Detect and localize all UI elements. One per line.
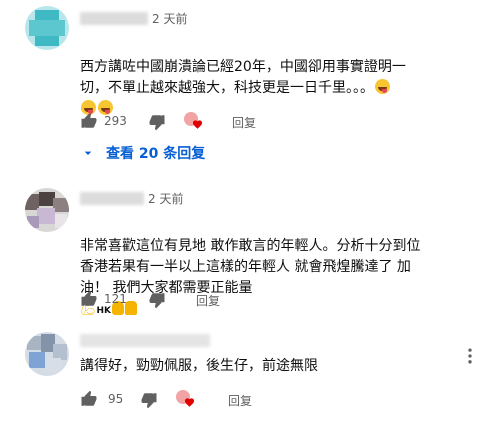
avatar[interactable]	[25, 188, 69, 232]
comment-thread: 講得好，勁勁佩服，後生仔，前途無限 95 回复	[0, 320, 500, 425]
author-name[interactable]	[80, 192, 144, 205]
reply-button[interactable]: 回复	[232, 114, 256, 131]
comment-thread: 2 天前 非常喜歡這位有見地 敢作敢言的年輕人。分析十分到位 香港若果有一半以上…	[0, 180, 500, 317]
reply-button[interactable]: 回复	[196, 292, 220, 309]
thumb-down-icon[interactable]	[148, 291, 166, 309]
like-count: 95	[108, 392, 124, 406]
comment-text: 講得好，勁勁佩服，後生仔，前途無限	[80, 358, 318, 374]
like-button[interactable]: 293	[80, 112, 127, 130]
avatar[interactable]	[25, 6, 69, 50]
comment-time[interactable]: 2 天前	[152, 10, 187, 27]
thumb-up-icon	[81, 112, 97, 128]
comment-thread: 2 天前 西方講咗中國崩潰論已經20年，中國卻用事實證明一 切，不單止越來越強大…	[0, 0, 500, 170]
comment-time[interactable]: 2 天前	[148, 190, 183, 207]
thumb-down-icon[interactable]	[148, 113, 166, 131]
like-button[interactable]: 121	[80, 290, 127, 308]
thumb-up-icon	[81, 290, 97, 306]
chevron-down-icon	[84, 151, 92, 155]
like-count: 293	[104, 114, 127, 128]
comment-text: 非常喜歡這位有見地 敢作敢言的年輕人。分析十分到位 香港若果有一半以上這樣的年輕…	[80, 215, 460, 322]
thumb-down-icon[interactable]	[140, 391, 158, 409]
author-name[interactable]	[80, 334, 210, 347]
kebab-menu-icon[interactable]	[460, 346, 480, 366]
comment-text: 西方講咗中國崩潰論已經20年，中國卻用事實證明一 切，不單止越來越強大，科技更是…	[80, 36, 440, 120]
view-replies-button[interactable]: 查看 20 条回复	[80, 143, 205, 163]
avatar[interactable]	[25, 332, 69, 376]
creator-heart-icon	[184, 112, 204, 130]
creator-heart-icon	[176, 390, 196, 408]
like-count: 121	[104, 292, 127, 306]
like-button[interactable]: 95	[80, 390, 123, 408]
thumb-up-icon	[81, 390, 97, 406]
author-name[interactable]	[80, 12, 148, 25]
grin-emoji-icon	[375, 79, 390, 94]
reply-button[interactable]: 回复	[228, 392, 252, 409]
